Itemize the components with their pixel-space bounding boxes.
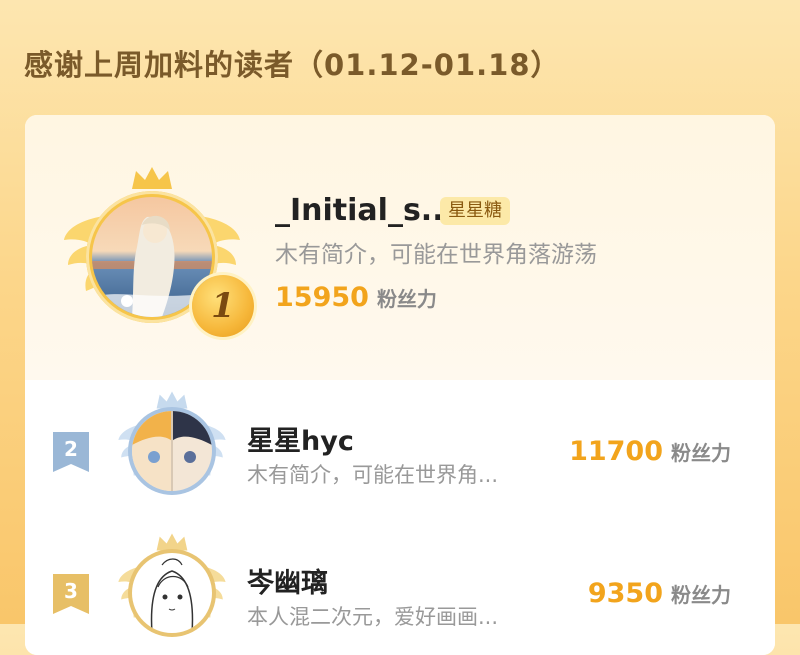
- rank-2-flag: 2: [53, 432, 89, 472]
- score-unit: 粉丝力: [376, 287, 437, 311]
- first-reader-name[interactable]: _Initial_s...: [275, 193, 455, 228]
- reader-ranking-card: 1 _Initial_s... 星星糖 木有简介，可能在世界角落游荡 15950…: [25, 115, 775, 655]
- avatar[interactable]: [132, 411, 212, 491]
- list-item[interactable]: 2 星星hyc 木有简介，可能在世界角... 11700 粉丝力: [25, 380, 775, 500]
- crown-icon: [132, 167, 172, 189]
- reader-bio: 木有简介，可能在世界角...: [247, 463, 499, 487]
- fan-badge-tag: 星星糖: [440, 197, 510, 225]
- reader-score: 9350 粉丝力: [588, 578, 731, 609]
- first-avatar-group[interactable]: 1: [62, 165, 254, 337]
- rank-1-medal: 1: [192, 275, 254, 337]
- first-place-section[interactable]: 1 _Initial_s... 星星糖 木有简介，可能在世界角落游荡 15950…: [25, 115, 775, 380]
- reader-score: 11700 粉丝力: [569, 436, 731, 467]
- score-value: 9350: [587, 578, 663, 609]
- avatar[interactable]: [132, 553, 212, 633]
- score-unit: 粉丝力: [671, 441, 731, 465]
- reader-bio: 本人混二次元，爱好画画...: [247, 605, 499, 629]
- list-item[interactable]: 3 岑幽璃 本人混二次元，爱好画画... 9350 粉丝力: [25, 522, 775, 642]
- other-ranks-section: 2 星星hyc 木有简介，可能在世界角... 11700 粉丝力 3 岑幽璃 本…: [25, 380, 775, 655]
- rank-3-flag: 3: [53, 574, 89, 614]
- first-reader-score: 15950 粉丝力: [275, 282, 437, 313]
- reader-name[interactable]: 岑幽璃: [247, 561, 328, 600]
- score-value: 11700: [569, 436, 663, 467]
- page-heading: 感谢上周加料的读者（01.12-01.18）: [24, 48, 561, 82]
- reader-name[interactable]: 星星hyc: [247, 419, 354, 458]
- score-value: 15950: [275, 282, 369, 313]
- score-unit: 粉丝力: [671, 583, 731, 607]
- first-reader-bio: 木有简介，可能在世界角落游荡: [275, 242, 597, 268]
